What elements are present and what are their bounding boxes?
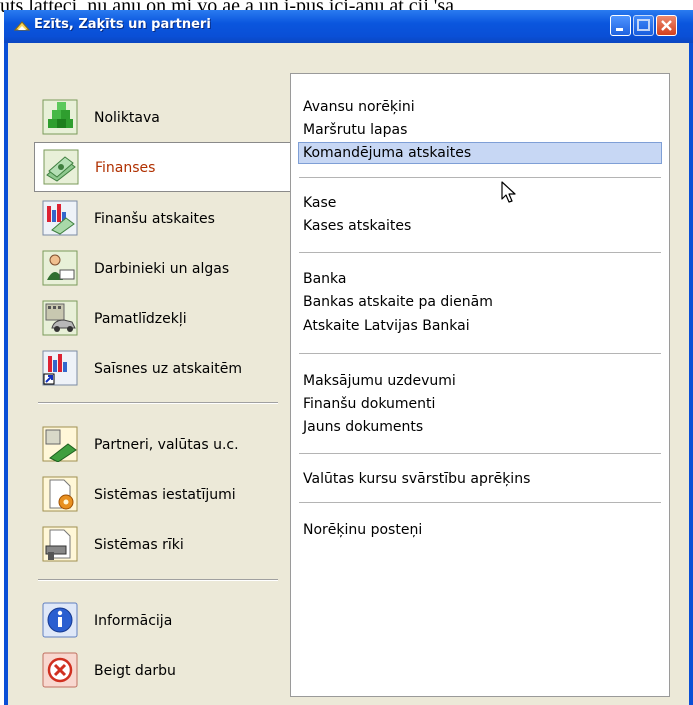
submenu-separator	[299, 177, 661, 178]
submenu-panel: Avansu norēķini Maršrutu lapas Komandēju…	[290, 73, 670, 697]
submenu-link-kase[interactable]: Kase	[303, 194, 336, 212]
menu-item-noliktava[interactable]: Noliktava	[38, 94, 282, 142]
close-button[interactable]	[656, 15, 677, 36]
warehouse-icon	[42, 99, 78, 135]
menu-item-label: Beigt darbu	[94, 663, 176, 679]
app-icon	[14, 21, 30, 31]
submenu-link-norekinu-posteni[interactable]: Norēķinu posteņi	[303, 521, 422, 539]
menu-item-label: Finanses	[95, 160, 156, 176]
menu-item-label: Partneri, valūtas u.c.	[94, 437, 239, 453]
submenu-link-atskaite-latvijas-bankai[interactable]: Atskaite Latvijas Bankai	[303, 317, 470, 335]
submenu-link-komandejuma-atskaites[interactable]: Komandējuma atskaites	[298, 142, 662, 164]
menu-item-label: Saīsnes uz atskaitēm	[94, 361, 242, 377]
menu-item-label: Informācija	[94, 613, 173, 629]
menu-item-finanses[interactable]: Finanses	[34, 142, 290, 192]
submenu-link-finansu-dokumenti[interactable]: Finanšu dokumenti	[303, 395, 435, 413]
menu-item-label: Finanšu atskaites	[94, 211, 215, 227]
settings-icon	[42, 476, 78, 512]
submenu-link-avansu-noreekini[interactable]: Avansu norēķini	[303, 98, 415, 116]
menu-item-pamatlidzekli[interactable]: Pamatlīdzekļi	[38, 295, 282, 343]
menu-item-beigt-darbu[interactable]: Beigt darbu	[38, 647, 282, 695]
menu-item-partneri[interactable]: Partneri, valūtas u.c.	[38, 421, 282, 469]
menu-item-label: Sistēmas rīki	[94, 537, 184, 553]
menu-item-label: Sistēmas iestatījumi	[94, 487, 236, 503]
module-menu: Noliktava Finanses Finanšu atskaites Dar…	[8, 43, 290, 705]
report-shortcut-icon	[42, 350, 78, 386]
submenu-link-marsrutu-lapas[interactable]: Maršrutu lapas	[303, 121, 407, 139]
menu-item-label: Pamatlīdzekļi	[94, 311, 187, 327]
menu-item-darbinieki[interactable]: Darbinieki un algas	[38, 245, 282, 293]
menu-separator	[38, 579, 278, 581]
app-window: Ezīts, Zaķīts un partneri Noliktava Fina…	[4, 10, 693, 705]
menu-item-label: Darbinieki un algas	[94, 261, 230, 277]
finance-report-icon	[42, 200, 78, 236]
employee-icon	[42, 250, 78, 286]
submenu-separator	[299, 453, 661, 454]
menu-item-informacija[interactable]: Informācija	[38, 597, 282, 645]
submenu-separator	[299, 353, 661, 354]
menu-item-label: Noliktava	[94, 110, 160, 126]
submenu-separator	[299, 502, 661, 503]
close-icon	[661, 20, 672, 31]
window-title: Ezīts, Zaķīts un partneri	[34, 17, 211, 32]
maximize-icon	[637, 19, 650, 31]
menu-item-finansu-atskaites[interactable]: Finanšu atskaites	[38, 195, 282, 243]
mouse-cursor-icon	[501, 181, 516, 203]
menu-item-sistemas-riki[interactable]: Sistēmas rīki	[38, 521, 282, 569]
money-icon	[43, 149, 79, 185]
exit-icon	[42, 652, 78, 688]
minimize-icon	[616, 28, 623, 31]
menu-item-sistemas-iestatijumi[interactable]: Sistēmas iestatījumi	[38, 471, 282, 519]
submenu-link-jauns-dokuments[interactable]: Jauns dokuments	[303, 418, 423, 436]
submenu-link-kases-atskaites[interactable]: Kases atskaites	[303, 217, 411, 235]
menu-item-saisnes[interactable]: Saīsnes uz atskaitēm	[38, 345, 282, 393]
submenu-link-maksajumu-uzdevumi[interactable]: Maksājumu uzdevumi	[303, 372, 456, 390]
title-bar[interactable]: Ezīts, Zaķīts un partneri	[4, 10, 693, 43]
submenu-link-bankas-atskaite[interactable]: Bankas atskaite pa dienām	[303, 293, 493, 311]
menu-separator	[38, 402, 278, 404]
tools-icon	[42, 526, 78, 562]
partners-icon	[42, 426, 78, 462]
info-icon	[42, 602, 78, 638]
submenu-link-banka[interactable]: Banka	[303, 270, 347, 288]
maximize-button[interactable]	[633, 15, 654, 36]
client-area: Noliktava Finanses Finanšu atskaites Dar…	[8, 43, 689, 705]
submenu-separator	[299, 252, 661, 253]
submenu-link-valutas-kursu[interactable]: Valūtas kursu svārstību aprēķins	[303, 470, 530, 488]
fixed-assets-icon	[42, 300, 78, 336]
minimize-button[interactable]	[610, 15, 631, 36]
